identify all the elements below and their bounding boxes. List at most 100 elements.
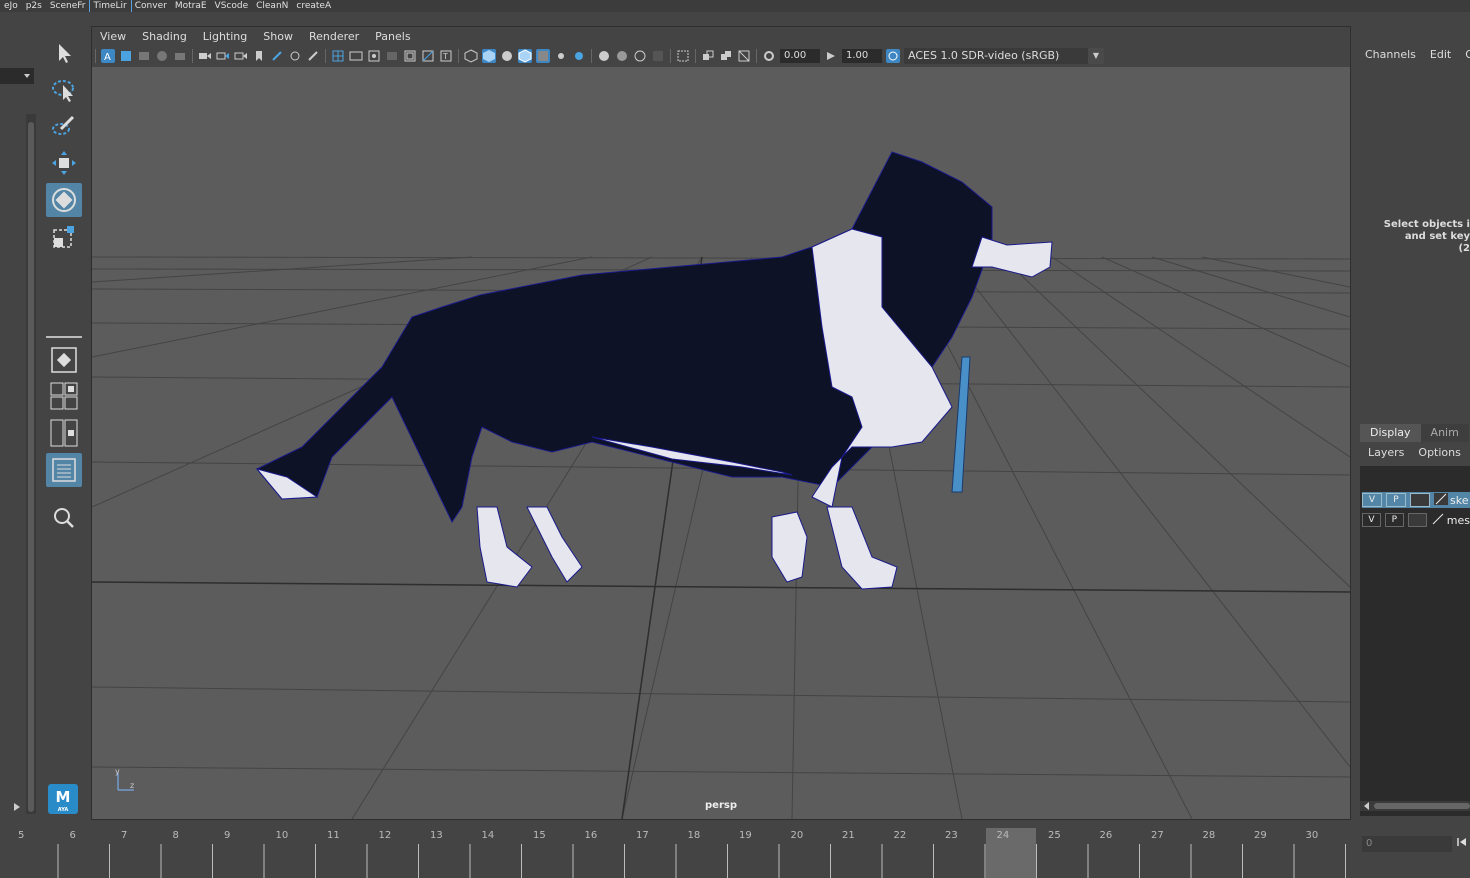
- resolution-gate-icon[interactable]: [367, 49, 381, 63]
- layer-visibility-toggle[interactable]: V: [1362, 493, 1382, 507]
- bookmarks-icon[interactable]: [137, 49, 151, 63]
- menu-show[interactable]: Show: [255, 30, 301, 43]
- menu-shading[interactable]: Shading: [134, 30, 195, 43]
- shelf-item[interactable]: TimeLir: [88, 0, 132, 12]
- wireframe-on-shaded-icon[interactable]: [518, 49, 532, 63]
- lock-camera-icon[interactable]: [216, 49, 230, 63]
- scroll-thumb[interactable]: [1374, 803, 1470, 809]
- outliner-layout-icon[interactable]: [46, 453, 82, 487]
- outliner-scrollbar[interactable]: [26, 114, 36, 814]
- film-gate-icon[interactable]: [349, 49, 363, 63]
- menu-layers[interactable]: Layers: [1368, 446, 1404, 459]
- frame-label: 27: [1151, 830, 1164, 841]
- smooth-shade-icon[interactable]: [482, 49, 496, 63]
- layer-display-type-toggle[interactable]: [1407, 513, 1427, 527]
- menu-lighting[interactable]: Lighting: [195, 30, 255, 43]
- shelf-item[interactable]: SceneFr: [46, 0, 90, 12]
- view-transform-dropdown[interactable]: ACES 1.0 SDR-video (sRGB) ▼: [904, 48, 1104, 64]
- ambient-occlusion-icon[interactable]: [597, 49, 611, 63]
- default-material-icon[interactable]: [500, 49, 514, 63]
- layer-visibility-toggle[interactable]: V: [1362, 513, 1381, 527]
- isolate-select-icon[interactable]: [676, 49, 690, 63]
- menu-view[interactable]: View: [92, 30, 134, 43]
- anti-aliasing-icon[interactable]: [633, 49, 647, 63]
- grid-icon[interactable]: [331, 49, 345, 63]
- rotate-tool-icon[interactable]: [46, 183, 82, 217]
- tab-display[interactable]: Display: [1360, 424, 1421, 442]
- safe-action-icon[interactable]: [421, 49, 435, 63]
- menu-panels[interactable]: Panels: [367, 30, 418, 43]
- depth-of-field-icon[interactable]: [651, 49, 665, 63]
- shelf-item[interactable]: VScode: [211, 0, 253, 12]
- dog-model[interactable]: [255, 151, 1053, 590]
- two-view-layout-icon[interactable]: [46, 416, 82, 450]
- layer-playback-toggle[interactable]: P: [1386, 493, 1406, 507]
- exposure-icon[interactable]: [762, 49, 776, 63]
- select-camera-icon[interactable]: A: [101, 49, 115, 63]
- gamma-icon[interactable]: [824, 49, 838, 63]
- camera-attributes-icon[interactable]: [119, 49, 133, 63]
- frame-label: 14: [482, 830, 495, 841]
- shadows-icon[interactable]: [572, 49, 586, 63]
- manipulator-icon[interactable]: [288, 49, 302, 63]
- menu-renderer[interactable]: Renderer: [301, 30, 367, 43]
- xray-active-icon[interactable]: [719, 49, 733, 63]
- xray-joints-icon[interactable]: [701, 49, 715, 63]
- layer-playback-toggle[interactable]: P: [1384, 513, 1404, 527]
- xray-icon[interactable]: [536, 49, 550, 63]
- layer-name[interactable]: mes: [1447, 514, 1470, 527]
- select-tool-icon[interactable]: [46, 36, 82, 70]
- perspective-viewport[interactable]: y z persp: [92, 67, 1350, 819]
- menu-options[interactable]: Options: [1418, 446, 1460, 459]
- scroll-left-arrow-icon[interactable]: [1362, 801, 1372, 811]
- outliner-dropdown[interactable]: [0, 68, 34, 84]
- search-icon[interactable]: [46, 501, 82, 535]
- four-view-layout-icon[interactable]: [46, 379, 82, 413]
- layer-color-swatch-icon[interactable]: [1430, 512, 1445, 528]
- bookmark-icon[interactable]: [252, 49, 266, 63]
- exposure-field[interactable]: 0.00: [780, 49, 820, 63]
- motion-blur-icon[interactable]: [615, 49, 629, 63]
- backface-culling-icon[interactable]: [737, 49, 751, 63]
- time-slider[interactable]: 5 6 7 8 9 10 11 12 13 14 15 16 17 18 19 20 21 22 23 24 25 26 2…: [0, 826, 1355, 878]
- field-chart-icon[interactable]: [403, 49, 417, 63]
- layer-row[interactable]: V P ske: [1362, 492, 1470, 508]
- color-management-icon[interactable]: [886, 49, 900, 63]
- menu-channels[interactable]: Channels: [1360, 48, 1421, 61]
- chevron-down-icon[interactable]: ▼: [1088, 48, 1104, 64]
- scroll-thumb[interactable]: [28, 122, 34, 812]
- range-start-field[interactable]: 0: [1362, 836, 1452, 852]
- two-d-pan-icon[interactable]: [173, 49, 187, 63]
- use-all-lights-icon[interactable]: [554, 49, 568, 63]
- safe-title-icon[interactable]: T: [439, 49, 453, 63]
- layer-row[interactable]: V P mes: [1362, 512, 1470, 528]
- shelf-item[interactable]: eJo: [0, 0, 22, 12]
- shelf-item[interactable]: CleanN: [252, 0, 292, 12]
- shelf-item[interactable]: createA: [292, 0, 335, 12]
- single-view-layout-icon[interactable]: [46, 343, 82, 377]
- gamma-field[interactable]: 1.00: [842, 49, 882, 63]
- lasso-tool-icon[interactable]: [46, 73, 82, 107]
- go-to-start-icon[interactable]: [1456, 836, 1468, 851]
- shelf-item[interactable]: MotraE: [171, 0, 211, 12]
- shelf-item[interactable]: Conver: [131, 0, 171, 12]
- layer-color-swatch-icon[interactable]: [1434, 492, 1448, 508]
- grease-pencil-icon[interactable]: [270, 49, 284, 63]
- shelf-item[interactable]: p2s: [22, 0, 46, 12]
- scale-tool-icon[interactable]: [46, 220, 82, 254]
- gate-mask-icon[interactable]: [385, 49, 399, 63]
- menu-object[interactable]: O: [1460, 48, 1470, 61]
- camera-settings-icon[interactable]: [234, 49, 248, 63]
- menu-edit[interactable]: Edit: [1425, 48, 1456, 61]
- scroll-right-arrow-icon[interactable]: [12, 802, 22, 815]
- layer-display-type-toggle[interactable]: [1410, 493, 1430, 507]
- tab-anim[interactable]: Anim: [1420, 424, 1469, 442]
- paint-effects-icon[interactable]: [306, 49, 320, 63]
- paint-select-tool-icon[interactable]: [46, 109, 82, 143]
- layer-hscrollbar[interactable]: [1360, 801, 1470, 811]
- image-plane-icon[interactable]: [155, 49, 169, 63]
- wireframe-icon[interactable]: [464, 49, 478, 63]
- move-tool-icon[interactable]: [46, 146, 82, 180]
- layer-name[interactable]: ske: [1450, 494, 1468, 507]
- camera-icon[interactable]: [198, 49, 212, 63]
